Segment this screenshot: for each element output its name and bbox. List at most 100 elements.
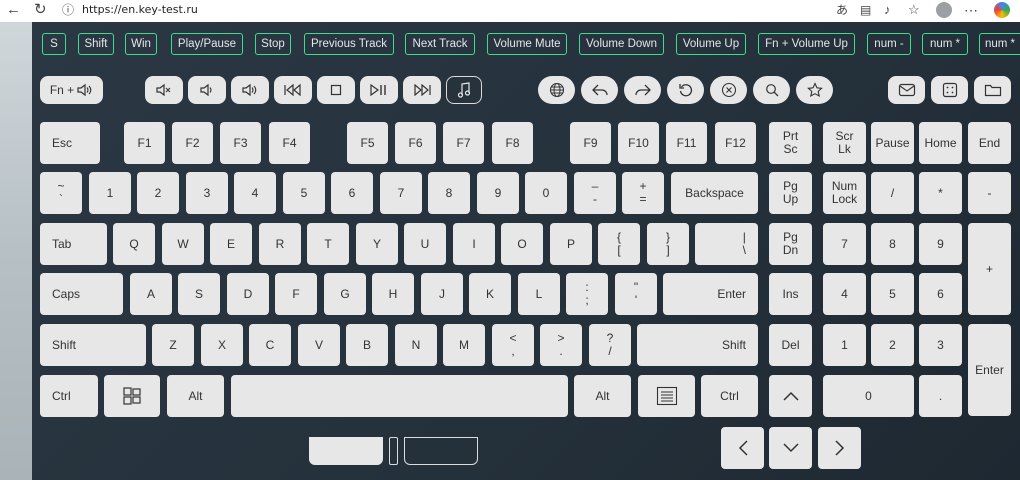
key-a[interactable]: A bbox=[130, 273, 172, 315]
key-home[interactable]: Home bbox=[919, 122, 962, 164]
key-9[interactable]: 9 bbox=[477, 172, 519, 214]
calculator-key[interactable] bbox=[931, 76, 968, 104]
key-num-minus[interactable]: - bbox=[968, 172, 1011, 214]
key-n[interactable]: N bbox=[395, 324, 437, 366]
key-num-lock[interactable]: Num Lock bbox=[823, 172, 866, 214]
key-f4[interactable]: F4 bbox=[269, 122, 310, 164]
key-i[interactable]: I bbox=[453, 223, 495, 265]
key-quote[interactable]: " ' bbox=[615, 273, 657, 315]
key-left-bracket[interactable]: {[ bbox=[598, 223, 640, 265]
profile-avatar-icon[interactable] bbox=[936, 2, 952, 18]
browser-home-key[interactable] bbox=[538, 76, 575, 104]
key-f1[interactable]: F1 bbox=[124, 122, 165, 164]
key-1[interactable]: 1 bbox=[89, 172, 131, 214]
key-pause[interactable]: Pause bbox=[871, 122, 914, 164]
key-num-dot[interactable]: . bbox=[919, 375, 962, 417]
key-f2[interactable]: F2 bbox=[172, 122, 213, 164]
trackpad-left-button[interactable] bbox=[309, 437, 383, 465]
key-w[interactable]: W bbox=[162, 223, 204, 265]
key-delete[interactable]: Del bbox=[769, 324, 812, 366]
key-f9[interactable]: F9 bbox=[570, 122, 611, 164]
play-pause-key[interactable] bbox=[360, 76, 398, 104]
key-f11[interactable]: F11 bbox=[666, 122, 707, 164]
copilot-icon[interactable] bbox=[994, 2, 1010, 18]
key-num-8[interactable]: 8 bbox=[871, 223, 914, 265]
read-aloud-icon[interactable]: ♪ bbox=[884, 1, 891, 19]
key-num-3[interactable]: 3 bbox=[919, 324, 962, 366]
my-computer-key[interactable] bbox=[974, 76, 1011, 104]
key-page-down[interactable]: Pg Dn bbox=[769, 223, 812, 265]
address-bar[interactable]: https://en.key-test.ru bbox=[82, 1, 198, 19]
key-arrow-left[interactable] bbox=[721, 427, 764, 469]
key-num-slash[interactable]: / bbox=[871, 172, 914, 214]
key-3[interactable]: 3 bbox=[186, 172, 228, 214]
key-0[interactable]: 0 bbox=[525, 172, 567, 214]
favorites-icon[interactable]: ☆ bbox=[908, 1, 920, 19]
key-right-alt[interactable]: Alt bbox=[574, 375, 631, 417]
browser-favorites-key[interactable] bbox=[796, 76, 833, 104]
key-tab[interactable]: Tab bbox=[40, 223, 107, 265]
site-info-icon[interactable]: ⓘ bbox=[62, 1, 74, 19]
key-arrow-up[interactable] bbox=[769, 375, 812, 417]
key-right-ctrl[interactable]: Ctrl bbox=[701, 375, 758, 417]
key-f5[interactable]: F5 bbox=[347, 122, 388, 164]
key-6[interactable]: 6 bbox=[331, 172, 373, 214]
key-backslash[interactable]: | \ bbox=[695, 223, 758, 265]
volume-down-key[interactable] bbox=[188, 76, 226, 104]
key-g[interactable]: G bbox=[324, 273, 366, 315]
mail-key[interactable] bbox=[888, 76, 925, 104]
key-backspace[interactable]: Backspace bbox=[671, 172, 758, 214]
key-o[interactable]: O bbox=[501, 223, 543, 265]
key-u[interactable]: U bbox=[404, 223, 446, 265]
key-num-5[interactable]: 5 bbox=[871, 273, 914, 315]
key-num-7[interactable]: 7 bbox=[823, 223, 866, 265]
key-space[interactable] bbox=[231, 375, 568, 417]
key-caps-lock[interactable]: Caps bbox=[40, 273, 123, 315]
key-v[interactable]: V bbox=[298, 324, 340, 366]
mute-key[interactable] bbox=[145, 76, 183, 104]
trackpad-right-button[interactable] bbox=[404, 437, 478, 465]
key-windows[interactable] bbox=[104, 375, 160, 417]
key-l[interactable]: L bbox=[518, 273, 560, 315]
reload-icon[interactable]: ↻ bbox=[34, 1, 47, 19]
key-num-2[interactable]: 2 bbox=[871, 324, 914, 366]
key-num-0[interactable]: 0 bbox=[823, 375, 914, 417]
key-end[interactable]: End bbox=[968, 122, 1011, 164]
key-print-screen[interactable]: Prt Sc bbox=[769, 122, 812, 164]
key-num-star[interactable]: * bbox=[919, 172, 962, 214]
key-k[interactable]: K bbox=[469, 273, 511, 315]
key-e[interactable]: E bbox=[210, 223, 252, 265]
key-right-shift[interactable]: Shift bbox=[637, 324, 758, 366]
key-num-enter[interactable]: Enter bbox=[968, 324, 1011, 416]
key-arrow-right[interactable] bbox=[818, 427, 861, 469]
key-8[interactable]: 8 bbox=[428, 172, 470, 214]
key-4[interactable]: 4 bbox=[234, 172, 276, 214]
stop-key[interactable] bbox=[317, 76, 355, 104]
key-slash[interactable]: ? / bbox=[589, 324, 631, 366]
key-f6[interactable]: F6 bbox=[395, 122, 436, 164]
key-num-plus[interactable]: + bbox=[968, 223, 1011, 315]
browser-refresh-key[interactable] bbox=[667, 76, 704, 104]
key-b[interactable]: B bbox=[346, 324, 388, 366]
browser-back-key[interactable] bbox=[581, 76, 618, 104]
key-left-ctrl[interactable]: Ctrl bbox=[40, 375, 98, 417]
key-left-alt[interactable]: Alt bbox=[167, 375, 224, 417]
key-right-bracket[interactable]: }] bbox=[647, 223, 689, 265]
key-d[interactable]: D bbox=[227, 273, 269, 315]
key-minus[interactable]: – - bbox=[574, 172, 616, 214]
key-arrow-down[interactable] bbox=[769, 427, 812, 469]
key-7[interactable]: 7 bbox=[380, 172, 422, 214]
music-key[interactable] bbox=[446, 76, 482, 104]
key-insert[interactable]: Ins bbox=[769, 273, 812, 315]
previous-track-key[interactable] bbox=[274, 76, 312, 104]
key-t[interactable]: T bbox=[307, 223, 349, 265]
key-page-up[interactable]: Pg Up bbox=[769, 172, 812, 214]
key-f[interactable]: F bbox=[275, 273, 317, 315]
key-f10[interactable]: F10 bbox=[618, 122, 659, 164]
volume-up-key[interactable] bbox=[231, 76, 269, 104]
key-menu[interactable] bbox=[638, 375, 695, 417]
key-num-1[interactable]: 1 bbox=[823, 324, 866, 366]
key-num-4[interactable]: 4 bbox=[823, 273, 866, 315]
key-5[interactable]: 5 bbox=[283, 172, 325, 214]
key-period[interactable]: >. bbox=[540, 324, 582, 366]
